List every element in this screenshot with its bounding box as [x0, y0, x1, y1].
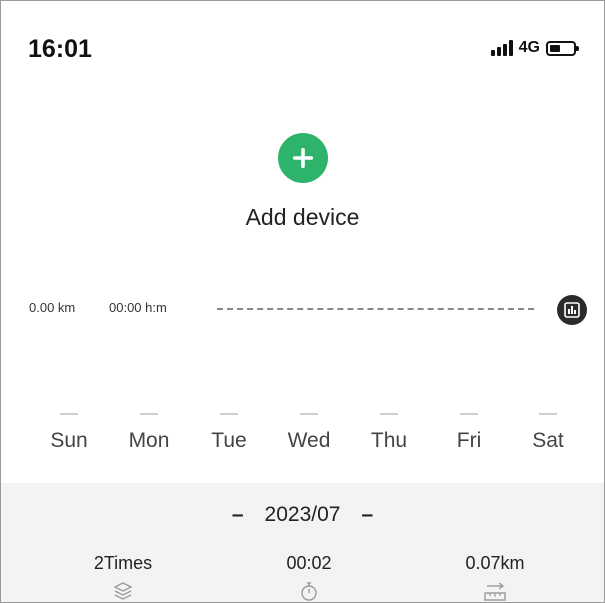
stat-duration: 00:02 — [229, 553, 389, 602]
day-bar — [220, 413, 238, 415]
monthly-stats-panel: – 2023/07 – 2Times 00:02 0.07km — [1, 483, 604, 602]
bar-chart-icon — [564, 302, 580, 318]
stat-times: 2Times — [43, 553, 203, 602]
day-sun[interactable]: Sun — [34, 413, 104, 453]
day-label: Mon — [128, 429, 170, 452]
stat-distance-value: 0.07km — [465, 553, 525, 573]
add-device-button[interactable] — [277, 133, 328, 183]
day-tue[interactable]: Tue — [194, 413, 264, 453]
day-fri[interactable]: Fri — [434, 413, 504, 453]
battery-fill — [550, 44, 560, 52]
status-time: 16:01 — [28, 35, 92, 63]
daily-summary: 0.00 km 00:00 h:m — [1, 293, 604, 325]
summary-dashed-line — [217, 308, 534, 310]
day-thu[interactable]: Thu — [354, 413, 424, 453]
current-month: 2023/07 — [264, 503, 341, 526]
network-type: 4G — [518, 39, 540, 56]
prev-month-button[interactable]: – — [227, 503, 249, 527]
day-label: Thu — [370, 429, 408, 452]
summary-duration: 00:00 h:m — [109, 300, 167, 315]
day-mon[interactable]: Mon — [114, 413, 184, 453]
ruler-distance-icon — [484, 582, 506, 601]
signal-icon — [490, 40, 513, 56]
day-bar — [380, 413, 398, 415]
add-device-label[interactable]: Add device — [1, 204, 604, 231]
day-label: Sun — [50, 429, 88, 452]
summary-distance: 0.00 km — [29, 300, 76, 315]
day-bar — [60, 413, 78, 415]
day-sat[interactable]: Sat — [513, 413, 583, 453]
day-bar — [300, 413, 318, 415]
week-day-strip: Sun Mon Tue Wed Thu Fri Sat — [1, 413, 604, 463]
plus-icon — [292, 148, 313, 168]
day-label: Sat — [532, 429, 564, 452]
day-label: Tue — [211, 429, 247, 452]
layers-icon — [113, 582, 133, 600]
day-wed[interactable]: Wed — [274, 413, 344, 453]
stat-distance: 0.07km — [415, 553, 575, 602]
chart-button[interactable] — [557, 295, 587, 325]
add-device-section: Add device — [1, 133, 604, 231]
stat-duration-value: 00:02 — [286, 553, 332, 573]
battery-icon — [546, 40, 579, 56]
day-bar — [539, 413, 557, 415]
stopwatch-icon — [301, 582, 317, 601]
month-navigator: – 2023/07 – — [1, 503, 604, 527]
day-bar — [460, 413, 478, 415]
status-indicators: 4G — [490, 39, 579, 57]
day-bar — [140, 413, 158, 415]
app-screen: 16:01 4G Add device 0.00 km 00:00 h:m Su… — [0, 0, 605, 603]
next-month-button[interactable]: – — [356, 503, 378, 527]
day-label: Wed — [287, 429, 331, 452]
day-label: Fri — [456, 429, 482, 452]
status-bar: 16:01 4G — [1, 1, 604, 97]
stat-times-value: 2Times — [93, 553, 153, 573]
